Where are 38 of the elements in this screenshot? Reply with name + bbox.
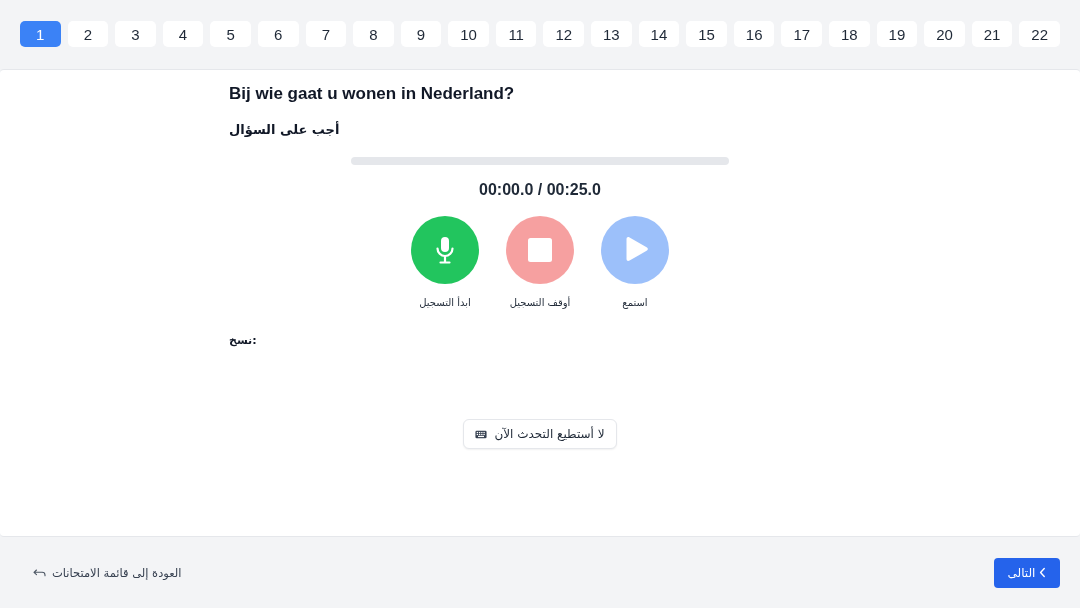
- back-arrow-icon: [33, 568, 46, 577]
- question-number-tab[interactable]: 7: [305, 21, 347, 47]
- question-number-tab[interactable]: 15: [686, 21, 727, 47]
- question-number-tab[interactable]: 14: [638, 21, 680, 47]
- question-number-tab[interactable]: 9: [400, 21, 442, 47]
- question-number-tab[interactable]: 16: [733, 21, 775, 47]
- chevron-left-icon: [1039, 567, 1047, 578]
- control-label: استمع: [622, 296, 648, 311]
- question-number-tab[interactable]: 21: [971, 21, 1013, 47]
- question-number-tab[interactable]: 3: [115, 21, 156, 47]
- question-number-tab[interactable]: 4: [162, 21, 204, 47]
- back-to-exams-link[interactable]: العودة إلى قائمة الامتحانات: [33, 565, 182, 580]
- question-title: Bij wie gaat u wonen in Nederland?: [229, 83, 515, 105]
- keyboard-icon: [475, 429, 488, 439]
- question-number-tab[interactable]: 8: [353, 21, 394, 47]
- question-number-tab[interactable]: 6: [257, 21, 299, 47]
- question-number-tab[interactable]: 19: [876, 21, 918, 47]
- next-button[interactable]: التالى: [994, 557, 1060, 588]
- transcript-label: نسخ:: [229, 333, 257, 349]
- question-number-tab[interactable]: 2: [67, 21, 109, 47]
- question-number-tab[interactable]: 10: [448, 21, 489, 47]
- question-number-tab[interactable]: 18: [829, 21, 870, 47]
- control-label: ابدأ التسجيل: [419, 295, 471, 310]
- question-number-tab[interactable]: 12: [543, 21, 585, 47]
- question-number-tab[interactable]: 1: [19, 21, 61, 47]
- question-instruction: أجب على السؤال: [229, 120, 340, 139]
- control-label: أوقف التسجيل: [509, 295, 571, 311]
- question-number-tab[interactable]: 17: [781, 21, 823, 47]
- question-number-tab[interactable]: 13: [591, 21, 632, 47]
- question-number-tab[interactable]: 20: [924, 21, 965, 47]
- play-icon: [625, 236, 649, 264]
- question-number-tab[interactable]: 5: [210, 21, 251, 47]
- question-number-tab[interactable]: 11: [495, 21, 537, 47]
- stop-icon: [528, 238, 552, 262]
- microphone-icon: [435, 236, 455, 264]
- playback-time: 00:00.0 / 00:25.0: [479, 180, 601, 200]
- cannot-speak-button[interactable]: لا أستطيع التحدث الآن: [463, 419, 617, 449]
- question-number-tab[interactable]: 22: [1019, 21, 1060, 47]
